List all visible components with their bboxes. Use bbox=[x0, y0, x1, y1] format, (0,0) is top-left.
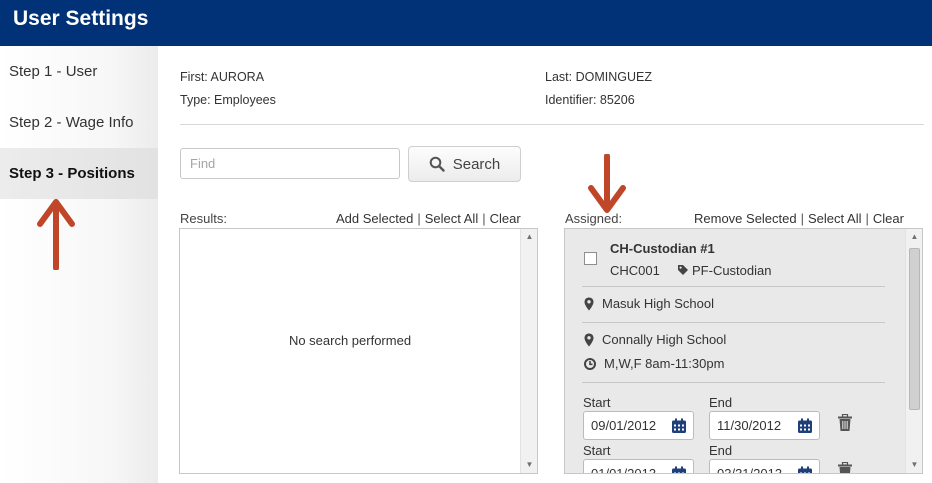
link-separator: | bbox=[865, 211, 869, 226]
calendar-icon[interactable] bbox=[671, 418, 687, 434]
last-name: Last: DOMINGUEZ bbox=[545, 70, 652, 84]
position-tag: PF-Custodian bbox=[677, 263, 771, 278]
assigned-list[interactable]: CH-Custodian #1 CHC001 PF-Custodian Masu… bbox=[564, 228, 923, 474]
calendar-icon[interactable] bbox=[797, 418, 813, 434]
start-label: Start bbox=[583, 443, 611, 458]
annotation-arrow-down-icon bbox=[588, 154, 626, 213]
sidebar-item-step-3[interactable]: Step 3 - Positions bbox=[0, 148, 158, 199]
link-separator: | bbox=[417, 211, 421, 226]
scroll-up-icon[interactable]: ▲ bbox=[521, 229, 538, 245]
end-date-value: 11/30/2012 bbox=[717, 418, 782, 433]
search-button[interactable]: Search bbox=[408, 146, 521, 182]
assigned-label: Assigned: bbox=[565, 211, 623, 226]
schedule-text: M,W,F 8am-11:30pm bbox=[604, 356, 725, 371]
start-date-input[interactable]: 09/01/2012 bbox=[583, 411, 694, 440]
location-row: Masuk High School bbox=[584, 296, 714, 311]
trash-icon[interactable] bbox=[837, 414, 853, 432]
steps-sidebar: Step 1 - User Step 2 - Wage Info Step 3 … bbox=[0, 46, 158, 483]
results-select-all-link[interactable]: Select All bbox=[425, 211, 478, 226]
position-checkbox[interactable] bbox=[584, 252, 597, 265]
scroll-down-icon[interactable]: ▼ bbox=[521, 457, 538, 473]
search-icon bbox=[429, 156, 445, 172]
map-marker-icon bbox=[584, 333, 594, 346]
sidebar-item-step-2[interactable]: Step 2 - Wage Info bbox=[0, 97, 158, 148]
divider bbox=[582, 382, 885, 383]
results-actions: Add Selected | Select All | Clear bbox=[336, 211, 521, 226]
assigned-scrollbar[interactable]: ▲ ▼ bbox=[905, 229, 922, 473]
scroll-up-icon[interactable]: ▲ bbox=[906, 229, 922, 245]
find-input[interactable] bbox=[180, 148, 400, 179]
user-type: Type: Employees bbox=[180, 93, 276, 107]
calendar-icon[interactable] bbox=[671, 466, 687, 474]
position-tag-label: PF-Custodian bbox=[692, 263, 772, 278]
assigned-actions: Remove Selected | Select All | Clear bbox=[694, 211, 904, 226]
location-name: Connally High School bbox=[602, 332, 727, 347]
assigned-select-all-link[interactable]: Select All bbox=[808, 211, 861, 226]
divider bbox=[582, 322, 885, 323]
end-date-input[interactable]: 11/30/2012 bbox=[709, 411, 820, 440]
remove-selected-link[interactable]: Remove Selected bbox=[694, 211, 797, 226]
link-separator: | bbox=[800, 211, 805, 226]
start-label: Start bbox=[583, 395, 611, 410]
end-date-value: 03/31/2013 bbox=[717, 466, 783, 474]
clock-icon bbox=[584, 357, 596, 370]
divider bbox=[582, 286, 885, 287]
identifier: Identifier: 85206 bbox=[545, 93, 635, 107]
scroll-down-icon[interactable]: ▼ bbox=[906, 457, 922, 473]
position-title: CH-Custodian #1 bbox=[610, 241, 715, 256]
results-label: Results: bbox=[180, 211, 227, 226]
position-code: CHC001 bbox=[610, 263, 660, 278]
page-title: User Settings bbox=[13, 7, 149, 30]
results-clear-link[interactable]: Clear bbox=[490, 211, 521, 226]
assigned-clear-link[interactable]: Clear bbox=[873, 211, 904, 226]
map-marker-icon bbox=[584, 297, 594, 310]
scroll-thumb[interactable] bbox=[909, 248, 920, 410]
divider bbox=[180, 124, 924, 125]
start-date-input[interactable]: 01/01/2013 bbox=[583, 459, 694, 474]
annotation-arrow-up-icon bbox=[37, 199, 75, 270]
start-date-value: 01/01/2013 bbox=[591, 466, 657, 474]
calendar-icon[interactable] bbox=[797, 466, 813, 474]
end-label: End bbox=[709, 395, 733, 410]
end-label: End bbox=[709, 443, 733, 458]
start-date-value: 09/01/2012 bbox=[591, 418, 657, 433]
results-list[interactable]: No search performed ▲ ▼ bbox=[179, 228, 538, 474]
tag-icon bbox=[678, 265, 688, 275]
first-name: First: AURORA bbox=[180, 70, 265, 84]
results-empty-text: No search performed bbox=[288, 333, 412, 348]
location-name: Masuk High School bbox=[602, 296, 714, 311]
app-header: User Settings bbox=[0, 0, 932, 46]
add-selected-link[interactable]: Add Selected bbox=[336, 211, 413, 226]
location-row: Connally High School bbox=[584, 332, 726, 347]
link-separator: | bbox=[482, 211, 486, 226]
trash-icon[interactable] bbox=[837, 462, 853, 474]
search-button-label: Search bbox=[452, 155, 501, 173]
schedule-row: M,W,F 8am-11:30pm bbox=[584, 356, 724, 371]
sidebar-item-step-1[interactable]: Step 1 - User bbox=[0, 46, 158, 97]
end-date-input[interactable]: 03/31/2013 bbox=[709, 459, 820, 474]
results-scrollbar[interactable]: ▲ ▼ bbox=[520, 229, 537, 473]
